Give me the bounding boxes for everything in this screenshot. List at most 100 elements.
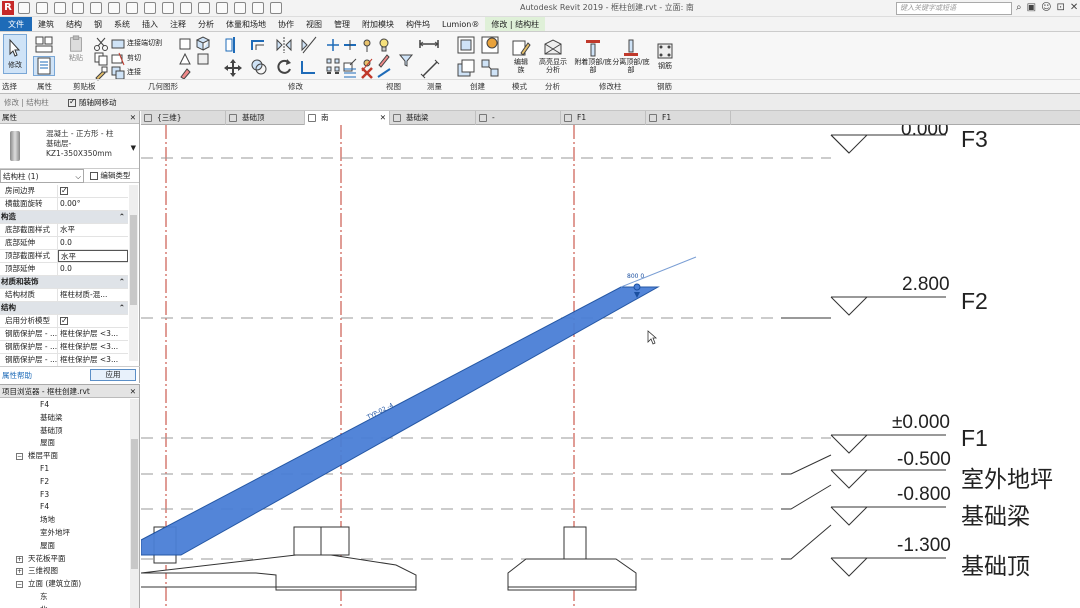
browser-item[interactable]: F4	[0, 399, 130, 412]
tab-insert[interactable]: 插入	[136, 17, 164, 31]
rotate-icon[interactable]	[274, 57, 294, 77]
create-group-icon[interactable]	[456, 58, 476, 78]
view-tab[interactable]: F1	[561, 111, 646, 125]
split-element-icon[interactable]	[342, 37, 358, 53]
view-tab[interactable]: -	[476, 111, 561, 125]
property-row[interactable]: 启用分析模型	[0, 315, 128, 328]
modify-button[interactable]: 修改	[3, 34, 27, 74]
exchange-icon[interactable]: ✕	[1070, 2, 1078, 14]
close-hidden-icon[interactable]	[252, 2, 264, 14]
property-row[interactable]: 横截面旋转 0.00°	[0, 198, 128, 211]
browser-item[interactable]: 东	[0, 591, 130, 604]
measure-between-icon[interactable]	[418, 37, 440, 51]
browser-item[interactable]: 屋面	[0, 437, 130, 450]
wall-joins-icon[interactable]	[177, 36, 193, 52]
rebar-button[interactable]: 钢筋	[653, 34, 677, 78]
detach-top-base-button[interactable]: 分离顶部/底部	[612, 34, 650, 78]
redo-icon[interactable]	[90, 2, 102, 14]
cut-label[interactable]: 剪切	[127, 53, 141, 63]
user-icon[interactable]: ☺	[1041, 2, 1051, 14]
property-row[interactable]: 房间边界	[0, 185, 128, 198]
level-name[interactable]: F3	[961, 126, 988, 153]
filter-icon[interactable]	[398, 52, 414, 68]
property-value[interactable]: 框柱保护层 <3...	[58, 341, 128, 353]
close-icon[interactable]: ✕	[380, 111, 386, 125]
level-name[interactable]: F2	[961, 288, 988, 315]
property-checkbox[interactable]	[60, 185, 68, 197]
tab-structure[interactable]: 结构	[60, 17, 88, 31]
collapse-icon[interactable]: −	[16, 453, 23, 461]
cope-icon[interactable]	[195, 51, 211, 67]
view-tab[interactable]: 基础梁	[390, 111, 476, 125]
align-icon[interactable]	[224, 35, 244, 55]
tab-steel[interactable]: 钢	[88, 17, 108, 31]
split-face-icon[interactable]	[195, 36, 211, 52]
browser-item[interactable]: 场地	[0, 514, 130, 527]
property-value[interactable]: 水平	[58, 224, 128, 236]
create-similar-icon[interactable]	[480, 58, 500, 78]
open-icon[interactable]	[18, 2, 30, 14]
property-row[interactable]: 钢筋保护层 - ... 框柱保护层 <3...	[0, 328, 128, 341]
tab-analyze[interactable]: 分析	[192, 17, 220, 31]
properties-help-link[interactable]: 属性帮助	[2, 370, 32, 381]
browser-item[interactable]: F4	[0, 501, 130, 514]
tab-annotate[interactable]: 注释	[164, 17, 192, 31]
browser-item[interactable]: + 三维视图	[0, 565, 130, 578]
text-icon[interactable]	[180, 2, 192, 14]
browser-item[interactable]: − 楼层平面	[0, 450, 130, 463]
move-arrows-icon[interactable]	[325, 37, 341, 53]
panel-select[interactable]: 选择	[2, 81, 17, 92]
join-label[interactable]: 连接	[127, 67, 141, 77]
scissors-icon[interactable]	[93, 36, 109, 52]
level-elevation[interactable]: -0.800	[897, 484, 951, 506]
move-with-grid-checkbox[interactable]	[68, 97, 76, 107]
property-value[interactable]	[58, 315, 128, 327]
paste-button[interactable]: 粘贴	[66, 35, 86, 63]
property-row[interactable]: 顶部延伸 0.0	[0, 263, 128, 276]
chevron-down-icon[interactable]: ▼	[131, 144, 136, 152]
level-elevation[interactable]: 0.000	[901, 125, 949, 141]
properties-scrollbar[interactable]	[129, 185, 138, 361]
property-group[interactable]: 材质和装饰 ⌃	[0, 276, 128, 289]
tab-collaborate[interactable]: 协作	[272, 17, 300, 31]
mirror-draw-icon[interactable]	[299, 35, 319, 55]
close-icon[interactable]: ✕	[130, 111, 136, 124]
create-parts-icon[interactable]	[480, 35, 500, 55]
property-checkbox[interactable]	[60, 315, 68, 327]
edit-family-button[interactable]: 编辑族	[508, 34, 534, 78]
property-group[interactable]: 结构 ⌃	[0, 302, 128, 315]
browser-scrollbar[interactable]	[130, 399, 139, 608]
level-elevation[interactable]: -1.300	[897, 535, 951, 557]
level-elevation[interactable]: ±0.000	[892, 412, 950, 434]
property-value[interactable]: 水平	[58, 250, 128, 262]
tab-file[interactable]: 文件	[0, 17, 32, 31]
property-value[interactable]: 框柱材质-混...	[58, 289, 128, 301]
tab-architecture[interactable]: 建筑	[32, 17, 60, 31]
dimension-aligned-icon[interactable]	[420, 59, 440, 79]
save-icon[interactable]	[36, 2, 48, 14]
expand-icon[interactable]: +	[16, 555, 23, 563]
default-3d-icon[interactable]	[198, 2, 210, 14]
tab-modify-structural-column[interactable]: 修改 | 结构柱	[485, 17, 546, 31]
dimension-icon[interactable]	[144, 2, 156, 14]
property-row[interactable]: 结构材质 框柱材质-混...	[0, 289, 128, 302]
browser-item[interactable]: + 天花板平面	[0, 553, 130, 566]
type-selector[interactable]: 混凝土 - 正方形 - 柱 基础层- KZ1-350X350mm ▼	[0, 124, 139, 169]
property-value[interactable]: 0.0	[58, 237, 128, 249]
copy-elements-icon[interactable]	[249, 57, 269, 77]
binoculars-icon[interactable]: ⌕	[1016, 2, 1022, 14]
scrollbar-thumb[interactable]	[131, 439, 138, 569]
offset-icon[interactable]	[249, 35, 269, 55]
tag-icon[interactable]	[162, 2, 174, 14]
properties-button[interactable]	[33, 56, 55, 76]
browser-item[interactable]: F2	[0, 476, 130, 489]
hide-lightbulb-icon[interactable]	[376, 37, 392, 53]
browser-item[interactable]: 基础顶	[0, 425, 130, 438]
level-name[interactable]: F1	[961, 425, 988, 452]
revit-logo-icon[interactable]: R	[2, 1, 14, 15]
collapse-icon[interactable]: ⌃	[119, 276, 128, 288]
property-row[interactable]: 底部延伸 0.0	[0, 237, 128, 250]
level-elevation[interactable]: -0.500	[897, 449, 951, 471]
cut-join-icon[interactable]	[110, 36, 126, 52]
print-icon[interactable]	[108, 2, 120, 14]
